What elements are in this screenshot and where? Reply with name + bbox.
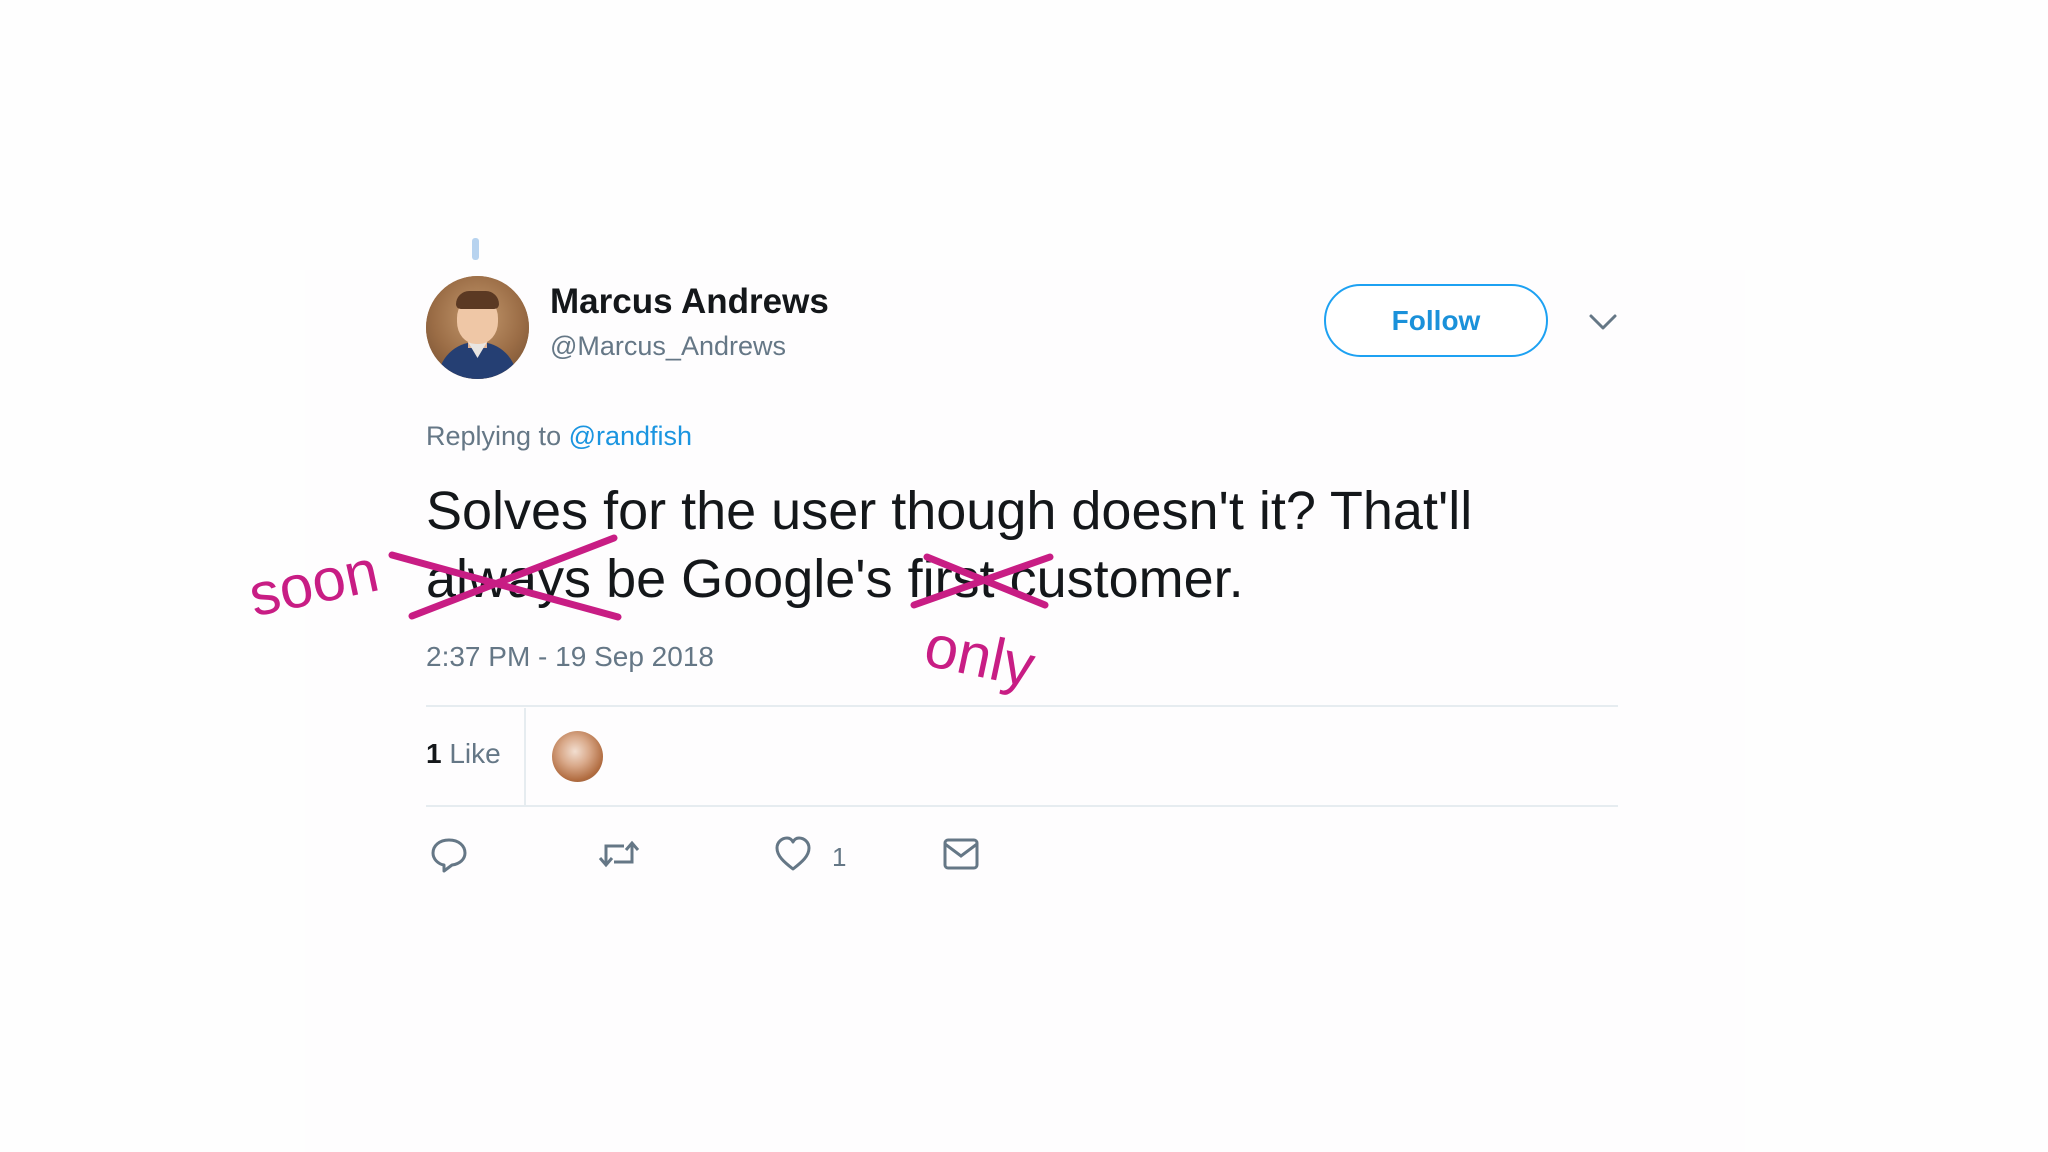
divider-top	[426, 705, 1618, 707]
retweet-icon[interactable]	[596, 834, 642, 874]
thread-connector	[472, 238, 479, 260]
action-like-count: 1	[832, 842, 847, 872]
message-icon[interactable]	[942, 834, 980, 874]
tweet-text-segment: be Google's	[591, 549, 908, 609]
liker-avatar[interactable]	[552, 731, 603, 782]
chevron-down-icon[interactable]	[1588, 312, 1618, 332]
tweet-text: Solves for the user though doesn't it? T…	[426, 477, 1472, 613]
like-label: Like	[449, 738, 501, 769]
heart-icon[interactable]	[774, 834, 812, 874]
replying-prefix: Replying to	[426, 421, 562, 451]
struck-word-first: first	[907, 549, 995, 609]
author-handle[interactable]: @Marcus_Andrews	[550, 331, 786, 362]
like-stats[interactable]: 1 Like	[426, 738, 501, 770]
reply-icon[interactable]	[430, 834, 468, 874]
tweet-text-line-1: Solves for the user though doesn't it? T…	[426, 481, 1473, 541]
tweet-text-segment: customer.	[994, 549, 1244, 609]
tweet-timestamp[interactable]: 2:37 PM - 19 Sep 2018	[426, 641, 714, 673]
follow-button[interactable]: Follow	[1324, 284, 1548, 357]
stats-separator	[524, 708, 526, 806]
replying-to: Replying to @randfish	[426, 421, 692, 452]
struck-word-always: always	[426, 549, 592, 609]
avatar[interactable]	[426, 276, 529, 379]
divider-bottom	[426, 805, 1618, 807]
author-name[interactable]: Marcus Andrews	[550, 282, 829, 322]
like-count: 1	[426, 738, 442, 769]
replying-mention-link[interactable]: @randfish	[569, 421, 692, 451]
tweet-text-line-2: always be Google's first customer.	[426, 545, 1472, 613]
tweet-card	[305, 270, 1745, 1152]
